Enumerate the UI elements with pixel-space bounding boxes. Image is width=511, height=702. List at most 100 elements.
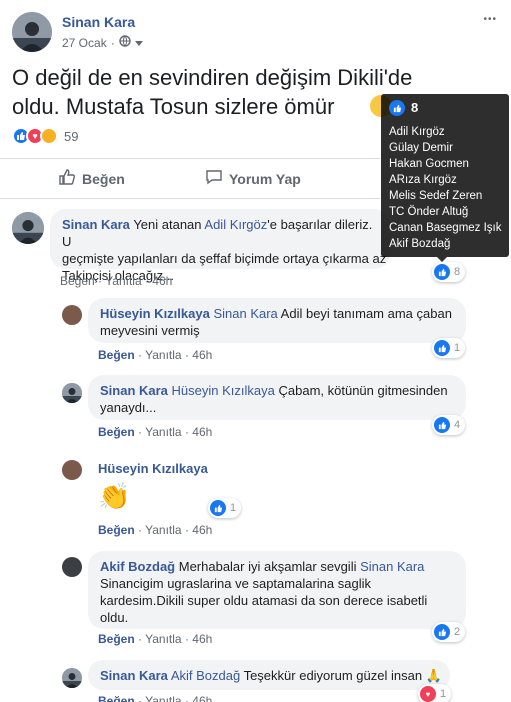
reply-actions: Beğen · Yanıtla · 46h — [98, 348, 213, 362]
reply-time[interactable]: 46h — [192, 694, 212, 702]
comment-reactions[interactable]: 8 — [432, 262, 466, 282]
reply-reply-link[interactable]: Yanıtla — [145, 632, 181, 646]
reply-reactions[interactable]: 1 — [432, 338, 466, 358]
tooltip-name: ARıza Kırgöz — [389, 174, 457, 186]
comment-time[interactable]: 46h — [152, 274, 172, 288]
reply-bubble: Sinan Kara Hüseyin Kızılkaya Çabam, kötü… — [88, 375, 466, 420]
post-meta: 27 Ocak · — [62, 35, 143, 50]
like-reaction-icon — [434, 624, 450, 640]
reply-author[interactable]: Sinan Kara — [100, 383, 168, 398]
thumbs-up-icon — [58, 168, 76, 189]
divider — [0, 158, 380, 159]
reaction-count: 4 — [454, 419, 461, 431]
reply-avatar[interactable] — [62, 557, 82, 577]
reaction-count: 2 — [454, 626, 461, 638]
reply-like-link[interactable]: Beğen — [98, 694, 135, 702]
reply-text-line: oldu. — [100, 610, 129, 625]
post-date[interactable]: 27 Ocak — [62, 36, 107, 50]
comment-text: Yeni atanan — [133, 217, 205, 232]
comment-button-label: Yorum Yap — [229, 170, 301, 187]
reply-time[interactable]: 46h — [192, 523, 212, 537]
post-author-avatar[interactable] — [12, 12, 52, 52]
reply-reactions[interactable]: 2 — [432, 622, 466, 642]
comment-author[interactable]: Sinan Kara — [62, 217, 130, 232]
reactions-tooltip: 8 Adil Kırgöz Gülay Demir Hakan Gocmen A… — [381, 94, 509, 257]
reply-time[interactable]: 46h — [192, 632, 212, 646]
reply-text: Merhabalar iyi akşamlar sevgili — [175, 559, 361, 574]
reply-text-line: yanaydı... — [100, 400, 157, 415]
reply-author[interactable]: Sinan Kara — [100, 668, 168, 683]
tooltip-name: Adil Kırgöz — [389, 126, 445, 138]
reaction-count: 1 — [454, 342, 461, 354]
tooltip-count: 8 — [411, 100, 419, 115]
tooltip-name: Melis Sedef Zeren — [389, 190, 483, 202]
globe-icon[interactable] — [119, 35, 131, 50]
reaction-count: 1 — [230, 502, 237, 514]
mention-link[interactable]: Akif Bozdağ — [171, 668, 240, 683]
reply-text-line: kardesim.Dikili super oldu atamasi da so… — [100, 593, 428, 608]
reaction-count: 8 — [454, 266, 461, 278]
comment-icon — [205, 168, 223, 189]
tooltip-arrow — [437, 257, 447, 262]
reply-actions: Beğen · Yanıtla · 46h — [98, 523, 213, 537]
reply-time[interactable]: 46h — [192, 348, 212, 362]
reply-author[interactable]: Akif Bozdağ — [100, 559, 175, 574]
reaction-count: 1 — [440, 688, 447, 700]
tooltip-name: Gülay Demir — [389, 142, 453, 154]
comment-avatar[interactable] — [12, 212, 44, 244]
reply-author[interactable]: Hüseyin Kızılkaya — [98, 461, 208, 476]
reply-avatar[interactable] — [62, 668, 82, 688]
tooltip-name: TC Önder Altuğ — [389, 206, 469, 218]
reply-actions: Beğen · Yanıtla · 46h — [98, 425, 213, 439]
chevron-down-icon[interactable] — [134, 36, 143, 50]
reply-reply-link[interactable]: Yanıtla — [145, 425, 181, 439]
reply-bubble: Akif Bozdağ Merhabalar iyi akşamlar sevg… — [88, 551, 466, 629]
tooltip-name: Hakan Gocmen — [389, 158, 469, 170]
post-more-icon[interactable]: ••• — [483, 14, 497, 25]
reply-text: Adil beyi tanımam ama çaban — [277, 306, 452, 321]
comment-like-link[interactable]: Beğen — [60, 274, 95, 288]
reply-time[interactable]: 46h — [192, 425, 212, 439]
reply-avatar[interactable] — [62, 460, 82, 480]
mention-link[interactable]: Hüseyin Kızılkaya — [172, 383, 275, 398]
reaction-count[interactable]: 59 — [64, 129, 78, 144]
reply-text-line: Sinancigim ugraslarina ve saptamalarina … — [100, 576, 371, 591]
reply-reactions[interactable]: ♥ 1 — [418, 684, 452, 702]
comment-reply-link[interactable]: Yanıtla — [105, 274, 141, 288]
reply-actions: Beğen · Yanıtla · 46h — [98, 632, 213, 646]
reply-like-link[interactable]: Beğen — [98, 632, 135, 646]
divider — [0, 198, 380, 199]
mention-link[interactable]: Adil Kırgöz — [204, 217, 267, 232]
like-reaction-icon — [210, 500, 226, 516]
tooltip-header: 8 — [389, 100, 501, 116]
reply-reactions[interactable]: 4 — [432, 415, 466, 435]
reply-bubble: Hüseyin Kızılkaya Sinan Kara Adil beyi t… — [88, 298, 466, 343]
reply-author[interactable]: Hüseyin Kızılkaya — [100, 306, 210, 321]
comment-button[interactable]: Yorum Yap — [205, 168, 301, 189]
mention-link[interactable]: Sinan Kara — [360, 559, 424, 574]
comment-text-line: geçmişte yapılanları da şeffaf biçimde o… — [62, 251, 387, 266]
like-reaction-icon — [434, 340, 450, 356]
reply-line: Hüseyin Kızılkaya Sinan Kara Adil beyi t… — [100, 305, 454, 322]
reply-line: Sinan Kara Hüseyin Kızılkaya Çabam, kötü… — [100, 382, 454, 399]
reply-reactions[interactable]: 1 — [208, 498, 242, 518]
reply-like-link[interactable]: Beğen — [98, 348, 135, 362]
tooltip-name: Canan Basegmez Işık — [389, 222, 502, 234]
post-reactions-summary[interactable]: ♥ 59 — [12, 127, 78, 145]
reply-reply-link[interactable]: Yanıtla — [145, 523, 181, 537]
like-reaction-icon — [389, 100, 405, 116]
tooltip-name: Akif Bozdağ — [389, 238, 451, 250]
reply-like-link[interactable]: Beğen — [98, 425, 135, 439]
post-author-name[interactable]: Sinan Kara — [62, 14, 135, 30]
reply-text: Teşekkür ediyorum güzel insan — [240, 668, 423, 683]
reply-like-link[interactable]: Beğen — [98, 523, 135, 537]
reply-avatar[interactable] — [62, 383, 82, 403]
reply-bubble: Sinan Kara Akif Bozdağ Teşekkür ediyorum… — [88, 660, 450, 690]
reply-actions: Beğen · Yanıtla · 46h — [98, 694, 212, 702]
mention-link[interactable]: Sinan Kara — [213, 306, 277, 321]
reply-reply-link[interactable]: Yanıtla — [145, 694, 181, 702]
clapping-hands-emoji: 👏 — [98, 481, 131, 511]
reply-avatar[interactable] — [62, 305, 82, 325]
like-button[interactable]: Beğen — [58, 168, 125, 189]
reply-reply-link[interactable]: Yanıtla — [145, 348, 181, 362]
